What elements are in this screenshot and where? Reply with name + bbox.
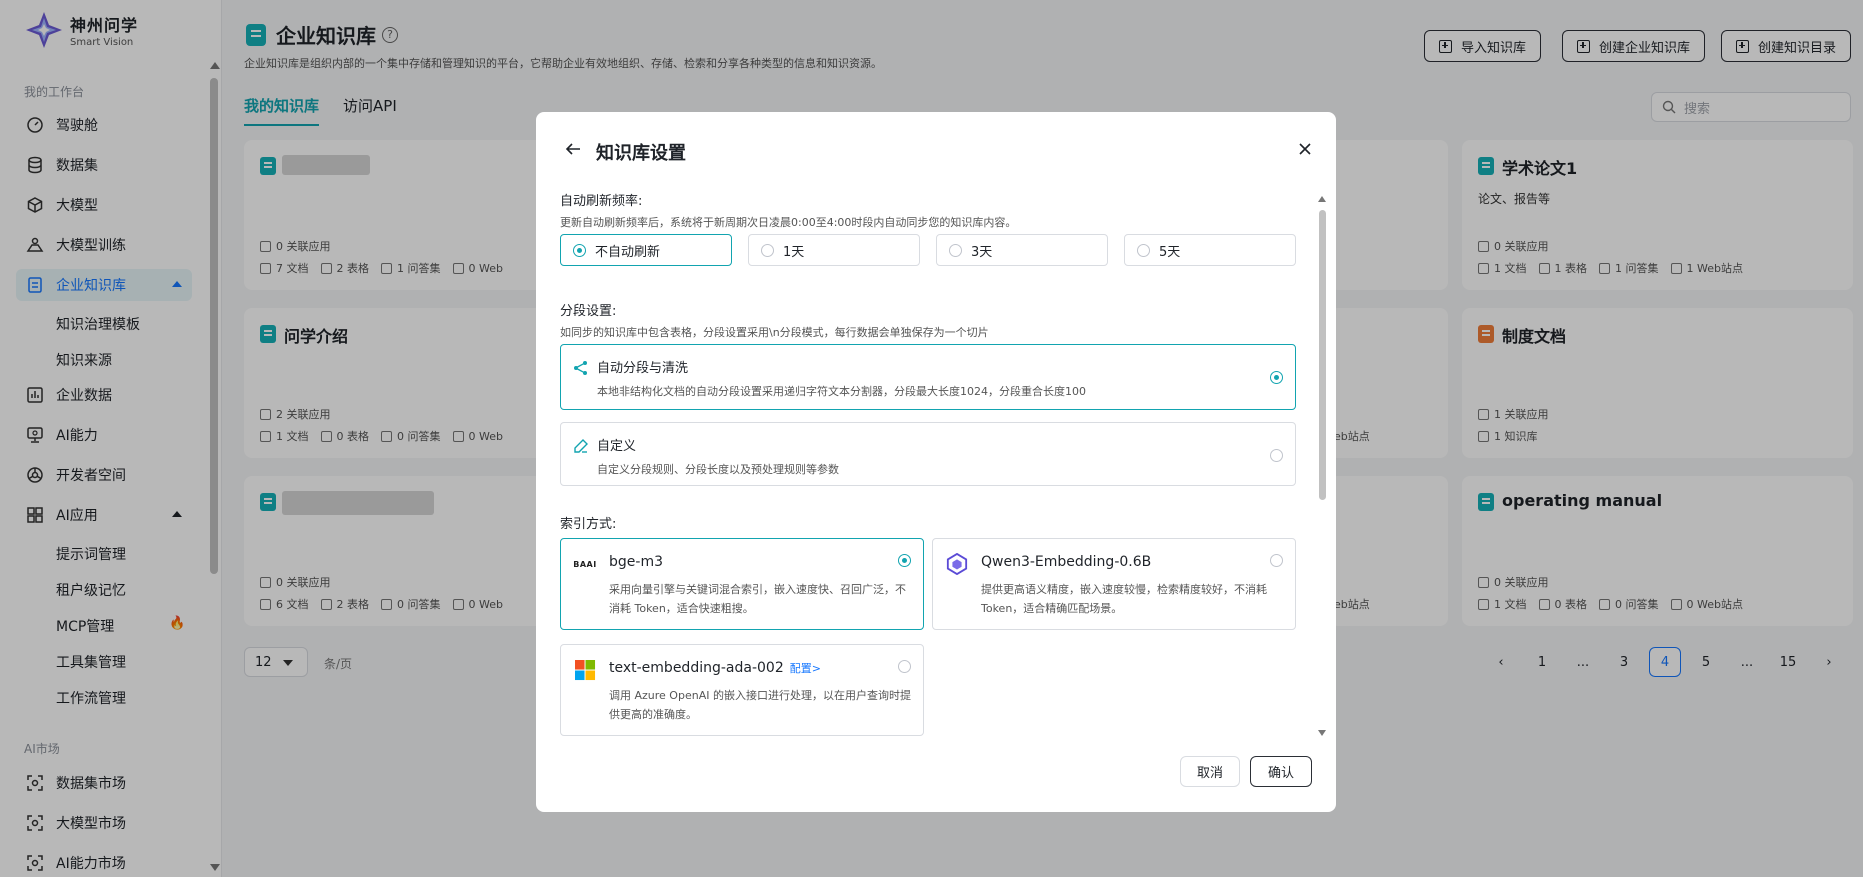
baai-logo-icon: BAAI xyxy=(573,559,597,569)
modal-scrollbar[interactable] xyxy=(1318,196,1328,736)
segment-option-title: 自动分段与清洗 xyxy=(597,361,689,376)
embedding-option-bge-m3[interactable]: BAAI bge-m3 采用向量引擎与关键词混合索引，嵌入速度快、召回广泛，不消… xyxy=(560,538,924,630)
segment-option-desc: 本地非结构化文档的自动分段设置采用递归字符文本分割器，分段最大长度1024，分段… xyxy=(597,385,1086,398)
freq-option-1d[interactable]: 1天 xyxy=(748,234,920,266)
segment-option-auto[interactable]: 自动分段与清洗 本地非结构化文档的自动分段设置采用递归字符文本分割器，分段最大长… xyxy=(560,344,1296,410)
scrollbar-thumb[interactable] xyxy=(1319,210,1326,500)
radio[interactable] xyxy=(1270,449,1283,462)
radio[interactable] xyxy=(898,660,911,673)
embedding-desc: 采用向量引擎与关键词混合索引，嵌入速度快、召回广泛，不消耗 Token，适合快速… xyxy=(609,583,906,615)
index-mode-label: 索引方式: xyxy=(560,517,617,532)
segment-option-desc: 自定义分段规则、分段长度以及预处理规则等参数 xyxy=(597,463,839,476)
auto-segment-icon xyxy=(574,361,587,375)
embedding-name: text-embedding-ada-002 配置> xyxy=(609,660,821,676)
embedding-name: bge-m3 xyxy=(609,554,663,570)
kb-settings-modal: 知识库设置 自动刷新频率: 更新自动刷新频率后，系统将于新周期次日凌晨0:00至… xyxy=(536,112,1336,812)
scroll-up-icon[interactable] xyxy=(1318,196,1326,202)
scroll-down-icon[interactable] xyxy=(1318,730,1326,736)
modal-body: 自动刷新频率: 更新自动刷新频率后，系统将于新周期次日凌晨0:00至4:00时段… xyxy=(560,184,1300,754)
radio[interactable] xyxy=(949,243,962,257)
embedding-name: Qwen3-Embedding-0.6B xyxy=(981,554,1152,570)
back-arrow-icon[interactable] xyxy=(564,140,582,158)
refresh-freq-label: 自动刷新频率: xyxy=(560,194,643,209)
segment-label: 分段设置: xyxy=(560,304,617,319)
radio[interactable] xyxy=(1270,554,1283,567)
radio-selected[interactable] xyxy=(898,554,911,567)
modal-title: 知识库设置 xyxy=(596,143,686,164)
embedding-option-ada-002[interactable]: text-embedding-ada-002 配置> 调用 Azure OpenA… xyxy=(560,644,924,736)
radio[interactable] xyxy=(761,243,774,257)
embedding-option-qwen3[interactable]: Qwen3-Embedding-0.6B 提供更高语义精度，嵌入速度较慢，检索精… xyxy=(932,538,1296,630)
close-icon[interactable] xyxy=(1296,140,1314,158)
radio-selected[interactable] xyxy=(1270,371,1283,384)
qwen-logo-icon xyxy=(945,552,969,576)
refresh-freq-hint: 更新自动刷新频率后，系统将于新周期次日凌晨0:00至4:00时段内自动同步您的知… xyxy=(560,216,1017,229)
freq-option-5d[interactable]: 5天 xyxy=(1124,234,1296,266)
radio-selected[interactable] xyxy=(573,243,586,257)
embedding-desc: 调用 Azure OpenAI 的嵌入接口进行处理，以在用户查询时提供更高的准确… xyxy=(609,689,911,721)
cancel-button[interactable]: 取消 xyxy=(1180,756,1240,787)
configure-link[interactable]: 配置> xyxy=(790,662,821,675)
segment-option-custom[interactable]: 自定义 自定义分段规则、分段长度以及预处理规则等参数 xyxy=(560,422,1296,486)
confirm-button[interactable]: 确认 xyxy=(1250,756,1312,787)
freq-option-none[interactable]: 不自动刷新 xyxy=(560,234,732,266)
embedding-desc: 提供更高语义精度，嵌入速度较慢，检索精度较好，不消耗 Token，适合精确匹配场… xyxy=(981,583,1267,615)
segment-hint: 如同步的知识库中包含表格，分段设置采用\n分段模式，每行数据会单独保存为一个切片 xyxy=(560,326,989,339)
radio[interactable] xyxy=(1137,243,1150,257)
segment-option-title: 自定义 xyxy=(597,439,637,454)
freq-option-3d[interactable]: 3天 xyxy=(936,234,1108,266)
microsoft-logo-icon xyxy=(573,658,597,682)
custom-edit-icon xyxy=(574,439,588,453)
